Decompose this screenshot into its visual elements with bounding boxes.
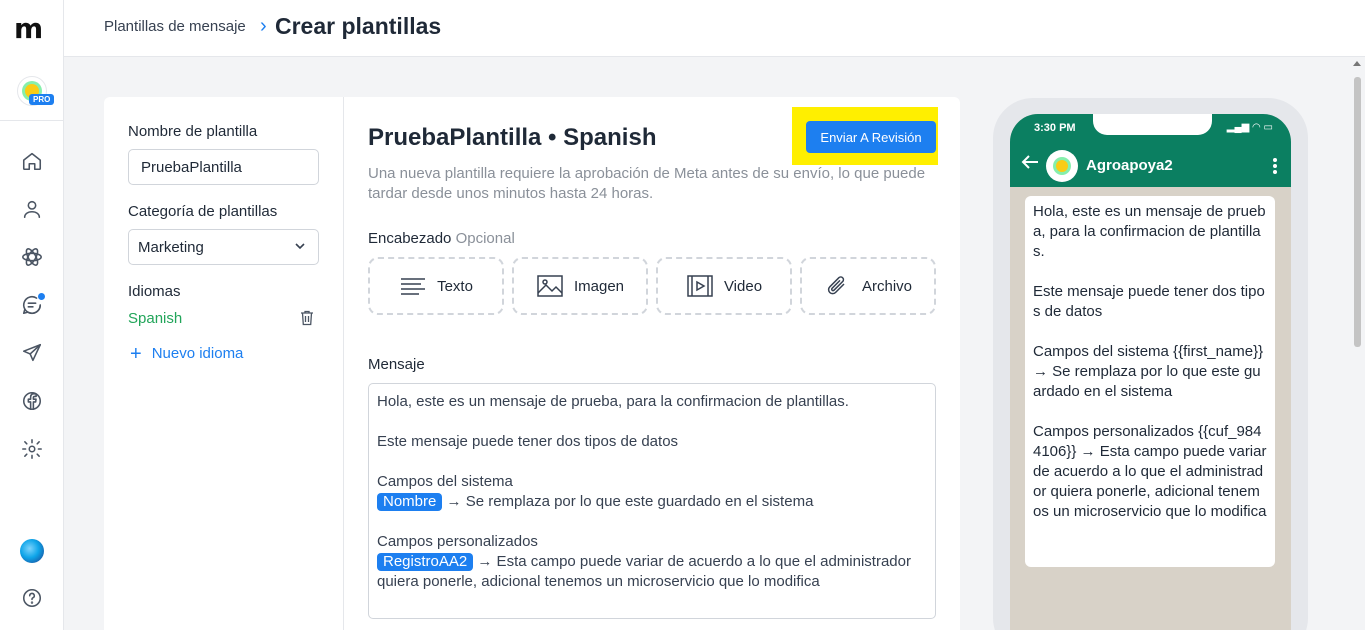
message-line: Campos del sistema — [377, 473, 513, 490]
scrollbar-thumb[interactable] — [1354, 77, 1361, 347]
header-option-video[interactable]: Video — [656, 257, 792, 315]
app-logo[interactable]: m — [14, 12, 43, 45]
template-title: PruebaPlantilla • Spanish — [368, 124, 657, 151]
gear-icon[interactable] — [20, 437, 44, 461]
pro-badge: PRO — [29, 94, 55, 105]
image-icon — [537, 275, 563, 297]
approval-description: Una nueva plantilla requiere la aprobaci… — [368, 165, 926, 202]
chevron-right-icon: › — [260, 15, 267, 37]
header-option-text[interactable]: Texto — [368, 257, 504, 315]
nav-rail: m PRO — [0, 0, 64, 630]
header-section-label: Encabezado Opcional — [368, 230, 515, 247]
contact-avatar — [1046, 150, 1078, 182]
chat-header: 3:30 PM ▂▄▆ ◠ ▭ Agroapoya2 — [1010, 114, 1291, 187]
page-scrollbar[interactable] — [1350, 57, 1365, 630]
trash-icon[interactable] — [300, 310, 314, 326]
scroll-up-icon[interactable] — [1353, 61, 1361, 66]
page-title: Crear plantillas — [275, 13, 442, 39]
languages-label: Idiomas — [128, 283, 181, 300]
submit-review-button[interactable]: Enviar A Revisión — [806, 121, 936, 153]
message-text: → Se remplaza por lo que este guardado e… — [446, 493, 814, 510]
header-option-label: Imagen — [573, 277, 625, 295]
more-vertical-icon — [1273, 156, 1277, 176]
category-label: Categoría de plantillas — [128, 203, 278, 220]
message-line: Este mensaje puede tener dos tipos de da… — [377, 433, 679, 450]
arrow-left-icon — [1021, 155, 1038, 169]
phone-notch — [1093, 114, 1212, 135]
breadcrumb-link[interactable]: Plantillas de mensaje — [104, 18, 246, 35]
chat-icon[interactable] — [20, 293, 45, 317]
top-header: Plantillas de mensaje › Crear plantillas — [64, 0, 1365, 57]
send-icon[interactable] — [20, 341, 44, 365]
video-icon — [687, 275, 713, 297]
user-avatar[interactable] — [20, 539, 44, 563]
bubble-paragraph: Este mensaje puede tener dos tipos de da… — [1033, 283, 1265, 320]
contact-name: Agroapoya2 — [1086, 157, 1173, 174]
header-option-file[interactable]: Archivo — [800, 257, 936, 315]
template-settings-panel: Nombre de plantilla PruebaPlantilla Cate… — [104, 97, 344, 630]
bubble-paragraph: Campos personalizados {{cuf_9844106}} → … — [1033, 423, 1267, 520]
message-label: Mensaje — [368, 356, 425, 373]
phone-screen: 3:30 PM ▂▄▆ ◠ ▭ Agroapoya2 Hola, este es… — [1010, 114, 1291, 630]
home-icon[interactable] — [20, 149, 44, 173]
template-name-input[interactable]: PruebaPlantilla — [128, 149, 319, 185]
status-time: 3:30 PM — [1034, 122, 1076, 134]
facebook-icon[interactable] — [20, 389, 44, 413]
message-bubble: Hola, este es un mensaje de prueba, para… — [1025, 196, 1275, 567]
add-language-label: Nuevo idioma — [151, 345, 244, 362]
message-textarea[interactable]: Hola, este es un mensaje de prueba, para… — [368, 383, 936, 619]
header-label: Encabezado — [368, 230, 452, 247]
header-option-image[interactable]: Imagen — [512, 257, 648, 315]
notification-dot — [38, 293, 45, 300]
status-icons: ▂▄▆ ◠ ▭ — [1226, 122, 1273, 133]
language-item-spanish[interactable]: Spanish — [128, 310, 182, 327]
flower-icon — [1056, 160, 1068, 172]
template-name-label: Nombre de plantilla — [128, 123, 258, 140]
message-line: Hola, este es un mensaje de prueba, para… — [377, 393, 849, 410]
optional-label: Opcional — [455, 230, 515, 247]
help-icon[interactable] — [20, 586, 44, 610]
user-icon[interactable] — [20, 197, 44, 221]
bubble-paragraph: Campos del sistema {{first_name}} → Se r… — [1033, 343, 1264, 400]
variable-tag-registro[interactable]: RegistroAA2 — [377, 553, 474, 571]
phone-preview: 3:30 PM ▂▄▆ ◠ ▭ Agroapoya2 Hola, este es… — [993, 98, 1308, 630]
category-select[interactable]: Marketing — [128, 229, 319, 265]
template-card: Nombre de plantilla PruebaPlantilla Cate… — [104, 97, 960, 630]
paperclip-icon — [827, 276, 845, 295]
plus-icon: + — [130, 342, 142, 365]
header-option-label: Archivo — [861, 277, 913, 295]
divider — [0, 120, 64, 121]
variable-tag-nombre[interactable]: Nombre — [377, 493, 443, 511]
chevron-down-icon — [295, 243, 305, 250]
message-line: Campos personalizados — [377, 533, 538, 550]
atom-icon[interactable] — [20, 245, 44, 269]
message-line: RegistroAA2 → Esta campo puede variar de… — [377, 552, 927, 592]
text-lines-icon — [401, 278, 426, 295]
header-option-label: Video — [723, 277, 763, 295]
message-line: Nombre → Se remplaza por lo que este gua… — [377, 492, 927, 512]
header-option-label: Texto — [437, 277, 473, 295]
bubble-paragraph: Hola, este es un mensaje de prueba, para… — [1033, 203, 1266, 260]
add-language-button[interactable]: + Nuevo idioma — [130, 342, 244, 365]
category-value: Marketing — [138, 239, 204, 256]
